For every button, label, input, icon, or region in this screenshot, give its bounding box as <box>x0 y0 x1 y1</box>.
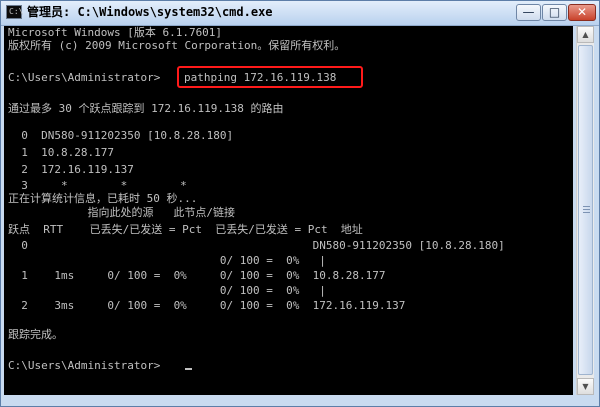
thumb-grip-line <box>583 206 590 207</box>
console-line-stats-hop-2: 2 3ms 0/ 100 = 0% 0/ 100 = 0% 172.16.119… <box>8 299 406 312</box>
title-bar[interactable]: C:\ 管理员: C:\Windows\system32\cmd.exe — □… <box>1 1 599 26</box>
console-line-hop-0: 0 DN580-911202350 [10.8.28.180] <box>8 129 234 142</box>
console-line-computing: 正在计算统计信息，已耗时 50 秒... <box>8 192 198 205</box>
close-button[interactable]: ✕ <box>568 4 596 21</box>
close-icon: ✕ <box>576 5 588 19</box>
console-line-stats-link-2: 0/ 100 = 0% | <box>8 284 326 297</box>
thumb-grip-line <box>583 209 590 210</box>
console-line-stats-link-1: 0/ 100 = 0% | <box>8 254 326 267</box>
scroll-up-arrow-icon: ▲ <box>582 30 589 39</box>
vertical-scrollbar[interactable]: ▲ ▼ <box>576 26 594 395</box>
text-cursor <box>185 368 192 370</box>
console-line-copyright: 版权所有 (c) 2009 Microsoft Corporation。保留所有… <box>8 39 346 52</box>
window-bottom-frame <box>4 396 594 406</box>
cmd-window: C:\ 管理员: C:\Windows\system32\cmd.exe — □… <box>0 0 600 407</box>
scroll-down-button[interactable]: ▼ <box>577 378 594 395</box>
console-output[interactable]: Microsoft Windows [版本 6.1.7601] 版权所有 (c)… <box>4 26 573 395</box>
console-prompt-1: C:\Users\Administrator> <box>8 71 161 84</box>
minimize-icon: — <box>522 5 535 19</box>
scrollbar-thumb[interactable] <box>578 45 593 375</box>
console-line-stats-header-2: 跃点 RTT 已丢失/已发送 = Pct 已丢失/已发送 = Pct 地址 <box>8 223 363 236</box>
console-prompt-2[interactable]: C:\Users\Administrator> <box>8 359 160 372</box>
console-line-hop-1: 1 10.8.28.177 <box>8 146 114 159</box>
cmd-app-icon[interactable]: C:\ <box>6 5 24 19</box>
thumb-grip-line <box>583 212 590 213</box>
minimize-button[interactable]: — <box>516 4 541 21</box>
console-line-stats-hop-1: 1 1ms 0/ 100 = 0% 0/ 100 = 0% 10.8.28.17… <box>8 269 386 282</box>
window-title: 管理员: C:\Windows\system32\cmd.exe <box>27 5 273 19</box>
command-text: pathping 172.16.119.138 <box>184 71 337 84</box>
app-icon-label: C:\ <box>9 7 24 16</box>
console-line-trace-header: 通过最多 30 个跃点跟踪到 172.16.119.138 的路由 <box>8 102 284 115</box>
highlighted-command: pathping 172.16.119.138 <box>177 66 363 88</box>
scroll-up-button[interactable]: ▲ <box>577 26 594 43</box>
maximize-button[interactable]: □ <box>542 4 567 21</box>
console-line-trace-complete: 跟踪完成。 <box>8 328 63 341</box>
console-line-stats-header-1: 指向此处的源 此节点/链接 <box>8 206 235 219</box>
maximize-icon: □ <box>548 5 561 19</box>
console-line-hop-2: 2 172.16.119.137 <box>8 163 134 176</box>
scroll-down-arrow-icon: ▼ <box>582 382 589 391</box>
console-line-stats-hop-0: 0 DN580-911202350 [10.8.28.180] <box>8 239 505 252</box>
console-line-version: Microsoft Windows [版本 6.1.7601] <box>8 26 223 39</box>
console-line-hop-3: 3 * * * <box>8 179 187 192</box>
